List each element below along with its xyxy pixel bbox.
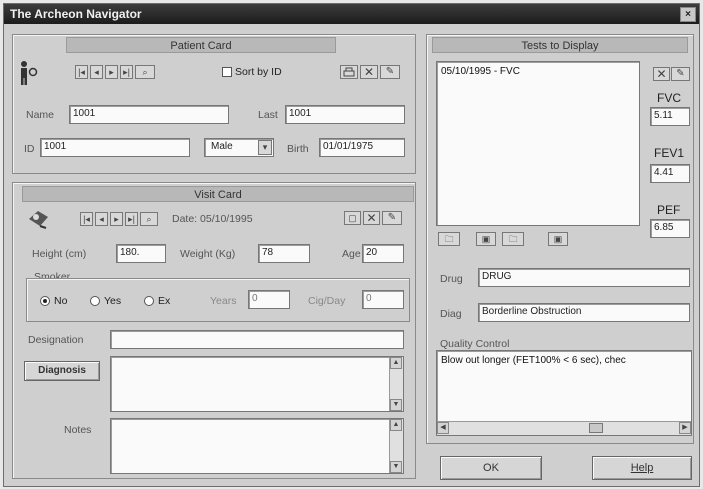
visit-icon bbox=[26, 207, 52, 229]
diagnosis-scrollbar[interactable]: ▲ ▼ bbox=[389, 357, 403, 411]
last-name-field[interactable]: 1001 bbox=[285, 105, 405, 124]
first-record-button[interactable]: |◂ bbox=[75, 65, 88, 79]
age-label: Age bbox=[342, 248, 361, 260]
visit-edit-icon[interactable]: ✎ bbox=[382, 211, 402, 225]
help-button[interactable]: Help bbox=[592, 456, 692, 480]
designation-field[interactable] bbox=[110, 330, 404, 349]
fev1-value: 4.41 bbox=[650, 164, 690, 183]
pef-value: 6.85 bbox=[650, 219, 690, 238]
smoker-yes-label: Yes bbox=[104, 295, 122, 307]
main-window: The Archeon Navigator × Patient Card |◂ … bbox=[3, 3, 700, 487]
quality-control-text: Blow out longer (FET100% < 6 sec), chec bbox=[441, 355, 626, 366]
visit-date-label: Date: 05/10/1995 bbox=[172, 213, 253, 225]
patient-delete-icon[interactable]: ✕ bbox=[360, 65, 378, 79]
pef-label: PEF bbox=[657, 203, 681, 217]
save-disk-icon[interactable]: ▣ bbox=[476, 232, 496, 246]
diag-label: Diag bbox=[440, 308, 462, 320]
tests-list-item[interactable]: 05/10/1995 - FVC bbox=[441, 66, 520, 77]
open-folder-icon-2[interactable]: 🗀 bbox=[502, 232, 524, 246]
visit-next-button[interactable]: ▸ bbox=[110, 212, 123, 226]
notes-scrollbar[interactable]: ▲ ▼ bbox=[389, 419, 403, 473]
sort-by-id-checkbox[interactable] bbox=[222, 67, 232, 77]
cig-day-label: Cig/Day bbox=[308, 295, 346, 307]
tests-header: Tests to Display bbox=[432, 37, 688, 53]
fvc-label: FVC bbox=[657, 91, 681, 105]
cig-day-field[interactable]: 0 bbox=[362, 290, 404, 309]
sex-select[interactable]: Male ▾ bbox=[204, 138, 274, 157]
patient-print-icon[interactable] bbox=[340, 65, 358, 79]
smoker-yes-radio[interactable] bbox=[90, 296, 100, 306]
scroll-left-icon[interactable]: ◀ bbox=[437, 422, 449, 434]
scroll-right-icon[interactable]: ▶ bbox=[679, 422, 691, 434]
notes-textarea[interactable]: ▲ ▼ bbox=[110, 418, 404, 474]
title-bar: The Archeon Navigator × bbox=[4, 4, 699, 24]
years-field[interactable]: 0 bbox=[248, 290, 290, 309]
patient-edit-icon[interactable]: ✎ bbox=[380, 65, 400, 79]
person-icon bbox=[18, 60, 38, 86]
search-icon[interactable]: ⌕ bbox=[135, 65, 155, 79]
scroll-up-icon[interactable]: ▲ bbox=[390, 357, 402, 369]
window-title: The Archeon Navigator bbox=[10, 7, 142, 21]
save-disk-icon-2[interactable]: ▣ bbox=[548, 232, 568, 246]
fev1-label: FEV1 bbox=[654, 146, 685, 160]
last-label: Last bbox=[258, 109, 278, 121]
diagnosis-textarea[interactable]: ▲ ▼ bbox=[110, 356, 404, 412]
scroll-thumb[interactable] bbox=[589, 423, 603, 433]
scroll-down-icon[interactable]: ▼ bbox=[390, 399, 402, 411]
notes-label: Notes bbox=[64, 424, 92, 436]
diag-field[interactable]: Borderline Obstruction bbox=[478, 303, 690, 322]
close-icon[interactable]: × bbox=[680, 7, 696, 22]
drug-field[interactable]: DRUG bbox=[478, 268, 690, 287]
weight-label: Weight (Kg) bbox=[180, 248, 236, 260]
tests-edit-icon[interactable]: ✎ bbox=[671, 67, 690, 81]
notes-scroll-down-icon[interactable]: ▼ bbox=[390, 461, 402, 473]
height-field[interactable]: 180. bbox=[116, 244, 166, 263]
birth-date-field[interactable]: 01/01/1975 bbox=[319, 138, 405, 157]
ok-button[interactable]: OK bbox=[440, 456, 542, 480]
chevron-down-icon[interactable]: ▾ bbox=[258, 140, 272, 155]
diagnosis-button[interactable]: Diagnosis bbox=[24, 361, 100, 381]
name-field[interactable]: 1001 bbox=[69, 105, 229, 124]
smoker-no-radio[interactable] bbox=[40, 296, 50, 306]
designation-label: Designation bbox=[28, 334, 84, 346]
patient-card-header: Patient Card bbox=[66, 37, 336, 53]
prev-record-button[interactable]: ◂ bbox=[90, 65, 103, 79]
visit-first-button[interactable]: |◂ bbox=[80, 212, 93, 226]
id-label: ID bbox=[24, 143, 35, 155]
visit-search-icon[interactable]: ⌕ bbox=[140, 212, 158, 226]
last-record-button[interactable]: ▸| bbox=[120, 65, 133, 79]
weight-field[interactable]: 78 bbox=[258, 244, 310, 263]
next-record-button[interactable]: ▸ bbox=[105, 65, 118, 79]
birth-label: Birth bbox=[287, 143, 309, 155]
id-field[interactable]: 1001 bbox=[40, 138, 190, 157]
open-folder-icon[interactable]: 🗀 bbox=[438, 232, 460, 246]
notes-scroll-up-icon[interactable]: ▲ bbox=[390, 419, 402, 431]
quality-control-box[interactable]: Blow out longer (FET100% < 6 sec), chec … bbox=[436, 350, 692, 436]
smoker-ex-radio[interactable] bbox=[144, 296, 154, 306]
tests-list[interactable]: 05/10/1995 - FVC bbox=[436, 61, 640, 226]
quality-control-label: Quality Control bbox=[440, 338, 510, 350]
visit-card-header: Visit Card bbox=[22, 186, 414, 202]
visit-new-icon[interactable]: ▢ bbox=[344, 211, 361, 225]
drug-label: Drug bbox=[440, 273, 463, 285]
years-label: Years bbox=[210, 295, 237, 307]
name-label: Name bbox=[26, 109, 55, 121]
horizontal-scrollbar[interactable]: ◀ ▶ bbox=[437, 421, 691, 435]
height-label: Height (cm) bbox=[32, 248, 87, 260]
tests-delete-icon[interactable]: ✕ bbox=[653, 67, 670, 81]
fvc-value: 5.11 bbox=[650, 107, 690, 126]
smoker-ex-label: Ex bbox=[158, 295, 171, 307]
smoker-no-label: No bbox=[54, 295, 68, 307]
visit-delete-icon[interactable]: ✕ bbox=[363, 211, 380, 225]
age-field[interactable]: 20 bbox=[362, 244, 404, 263]
sort-by-id-label: Sort by ID bbox=[235, 66, 282, 78]
sex-select-value: Male bbox=[211, 141, 233, 152]
visit-prev-button[interactable]: ◂ bbox=[95, 212, 108, 226]
visit-last-button[interactable]: ▸| bbox=[125, 212, 138, 226]
